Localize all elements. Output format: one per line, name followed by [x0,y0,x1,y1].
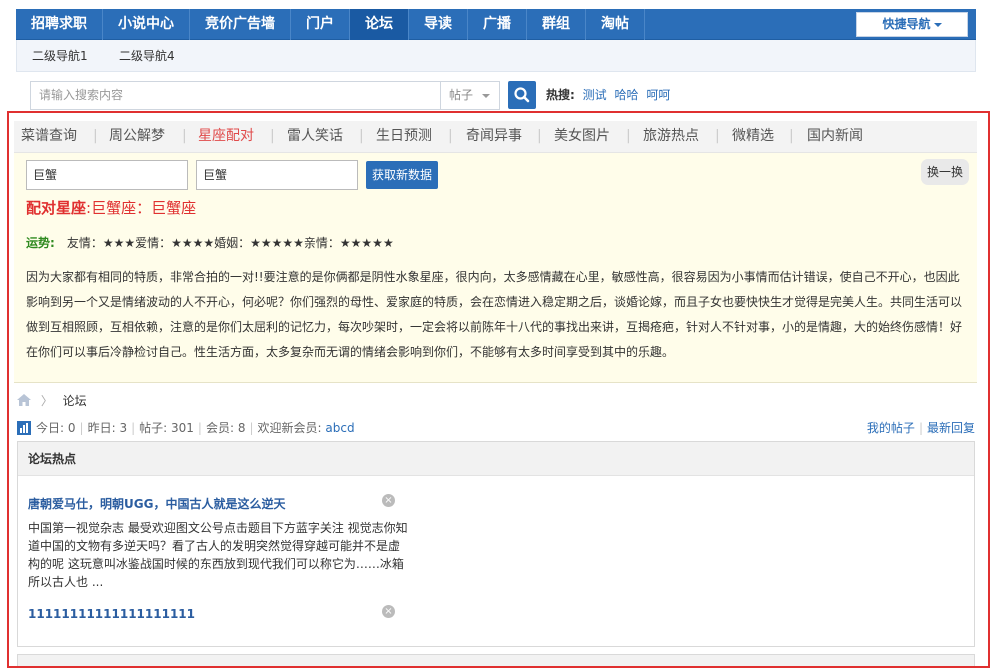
nav-item-broadcast[interactable]: 广播 [468,9,527,40]
top-nav-items: 招聘求职 小说中心 竞价广告墙 门户 论坛 导读 广播 群组 淘帖 [16,9,976,40]
search-type-label: 帖子 [449,88,474,102]
sub-nav-item-4[interactable]: 二级导航4 [119,40,175,72]
nav-item-collections[interactable]: 淘帖 [586,9,645,40]
search-icon [514,87,530,103]
nav-item-novels[interactable]: 小说中心 [103,9,190,40]
search-input[interactable]: 请输入搜索内容 [30,81,440,110]
hot-search-term[interactable]: 呵呵 [646,88,670,102]
sub-nav: 二级导航1 二级导航4 [16,40,976,72]
nav-item-ad-wall[interactable]: 竞价广告墙 [190,9,291,40]
nav-item-guide[interactable]: 导读 [409,9,468,40]
chevron-down-icon [933,22,942,27]
hot-search: 热搜: 测试 哈哈 呵呵 [546,86,670,104]
nav-item-portal[interactable]: 门户 [291,9,350,40]
chevron-down-icon [482,94,490,98]
nav-item-jobs[interactable]: 招聘求职 [16,9,103,40]
top-nav: 招聘求职 小说中心 竞价广告墙 门户 论坛 导读 广播 群组 淘帖 快捷导航 [16,9,976,40]
quick-nav-button[interactable]: 快捷导航 [856,12,968,37]
quick-nav-label: 快捷导航 [882,17,931,31]
nav-item-forum[interactable]: 论坛 [350,9,409,40]
hot-search-term[interactable]: 测试 [583,88,607,102]
nav-item-groups[interactable]: 群组 [527,9,586,40]
sub-nav-item-1[interactable]: 二级导航1 [32,40,88,72]
hot-search-term[interactable]: 哈哈 [614,88,638,102]
search-type-select[interactable]: 帖子 [440,81,500,110]
highlight-frame [7,111,990,668]
hot-search-label: 热搜: [546,88,575,102]
search-button[interactable] [508,81,536,109]
